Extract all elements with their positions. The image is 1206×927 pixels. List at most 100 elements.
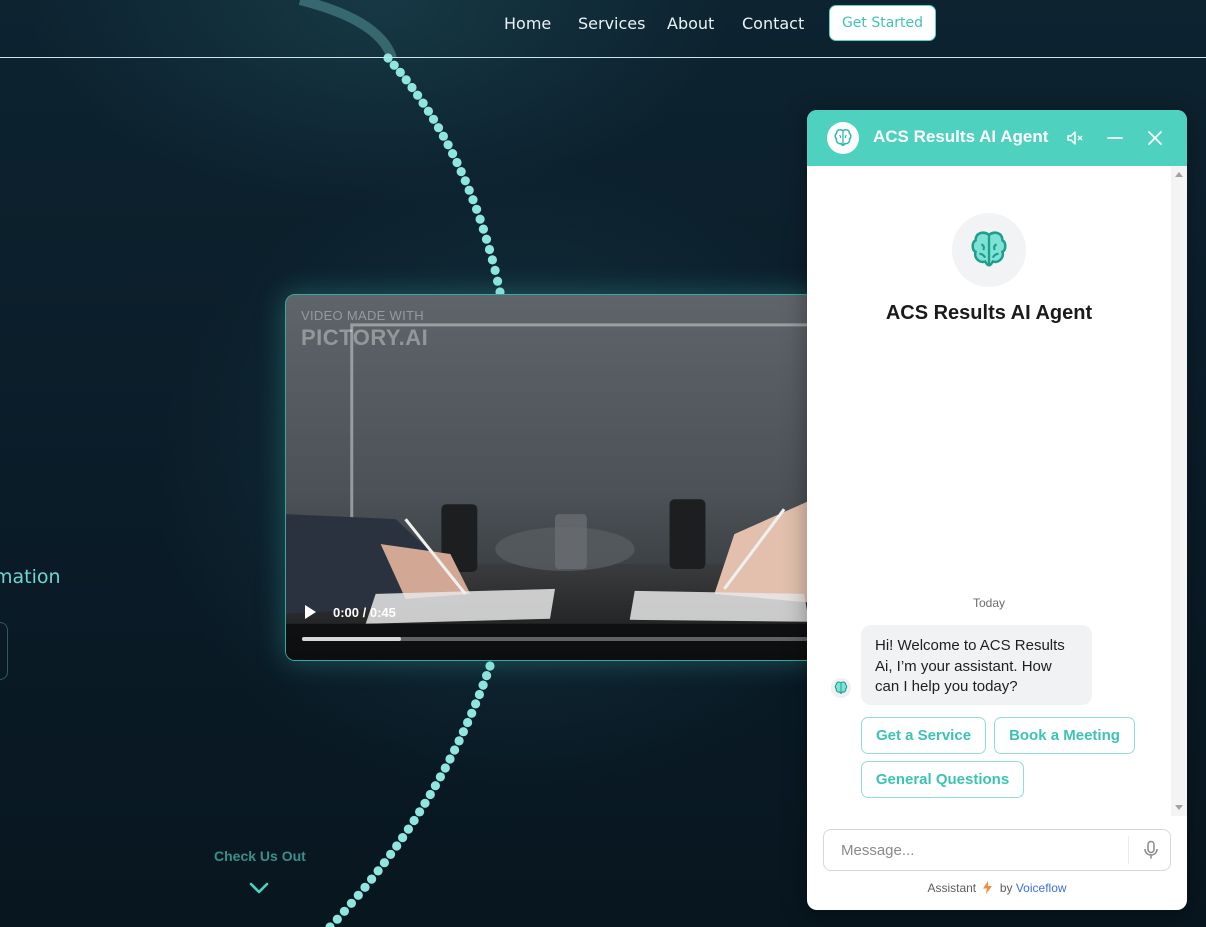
trail-dot — [418, 98, 428, 108]
trail-dot — [423, 106, 433, 116]
video-watermark-line2: PICTORY.AI — [301, 325, 429, 350]
nav-link-home[interactable]: Home — [504, 14, 551, 33]
trail-dot — [481, 234, 492, 244]
top-navbar: Home Services About Contact Get Started — [0, 0, 1206, 58]
powered-by-footer: Assistant by Voiceflow — [807, 881, 1187, 895]
quick-reply-get-a-service[interactable]: Get a Service — [861, 717, 986, 754]
trail-dot — [373, 866, 383, 876]
video-player[interactable]: VIDEO MADE WITH PICTORY.AI 0:00 / 0:45 — [285, 294, 825, 661]
nav-link-services[interactable]: Services — [578, 14, 645, 33]
trail-dot — [487, 255, 497, 265]
quick-reply-general-questions[interactable]: General Questions — [861, 761, 1024, 798]
chat-header-avatar — [827, 122, 859, 154]
trail-dot — [386, 849, 396, 860]
trail-dot — [463, 717, 473, 728]
trail-dot — [413, 90, 423, 100]
trail-dot — [467, 708, 477, 718]
trail-dot — [478, 680, 488, 690]
trail-dot — [415, 807, 425, 817]
trail-dot — [438, 131, 448, 141]
chat-header-title: ACS Results AI Agent — [873, 127, 1049, 146]
trail-dot — [464, 185, 474, 195]
trail-dot — [450, 745, 460, 755]
trail-dot — [332, 914, 342, 924]
quick-reply-book-a-meeting[interactable]: Book a Meeting — [994, 717, 1135, 754]
trail-dot — [458, 727, 468, 737]
get-started-button[interactable]: Get Started — [829, 5, 936, 41]
footer-prefix: Assistant — [927, 881, 977, 895]
chat-widget: ACS Results AI Agent ACS Results AI Agen… — [807, 110, 1187, 910]
trail-dot — [401, 75, 411, 85]
hero-button-edge[interactable] — [0, 622, 8, 680]
trail-dot — [420, 798, 430, 808]
date-separator: Today — [972, 596, 1006, 610]
trail-dot — [425, 789, 435, 800]
trail-dot — [452, 157, 462, 168]
check-us-out-label[interactable]: Check Us Out — [214, 848, 306, 864]
trail-dot — [443, 140, 453, 150]
trail-dot — [430, 781, 440, 791]
trail-dot — [482, 671, 492, 681]
brain-icon — [834, 129, 852, 147]
trail-dot — [392, 841, 402, 851]
trail-dot — [493, 276, 503, 286]
trail-dot — [395, 67, 405, 77]
message-composer — [823, 829, 1171, 871]
lightning-bolt-icon — [983, 881, 993, 894]
trail-dot — [460, 176, 470, 186]
chat-header: ACS Results AI Agent — [807, 110, 1187, 166]
video-time-display: 0:00 / 0:45 — [333, 605, 396, 620]
agent-avatar — [952, 213, 1026, 287]
trail-dot — [339, 906, 349, 916]
scroll-down-arrow[interactable] — [1175, 805, 1183, 810]
microphone-icon[interactable] — [1142, 840, 1160, 860]
trail-dot — [474, 689, 484, 700]
composer-divider — [1128, 836, 1129, 864]
trail-dot — [389, 60, 399, 70]
trail-dot — [398, 833, 408, 843]
trail-dot — [454, 736, 464, 746]
trail-dot — [353, 890, 363, 900]
brain-icon — [834, 681, 848, 694]
assistant-message-bubble: Hi! Welcome to ACS Results Ai, I’m your … — [861, 625, 1092, 705]
voiceflow-link[interactable]: Voiceflow — [1016, 881, 1067, 895]
message-avatar — [831, 678, 851, 698]
nav-link-contact[interactable]: Contact — [742, 14, 804, 33]
brain-icon — [971, 231, 1007, 267]
scroll-up-arrow[interactable] — [1175, 172, 1183, 177]
trail-dot — [360, 882, 370, 892]
video-progress-bar[interactable] — [302, 637, 822, 641]
trail-dot — [433, 123, 444, 133]
video-watermark-line1: VIDEO MADE WITH — [301, 308, 424, 323]
trail-dot — [379, 858, 389, 868]
trail-dot — [325, 922, 335, 927]
hero-tagline-fragment: mation — [0, 566, 61, 588]
trail-dot — [407, 82, 417, 93]
trail-dot — [435, 772, 445, 782]
trail-dot — [472, 204, 482, 214]
trail-dot — [367, 874, 377, 884]
play-icon[interactable] — [303, 604, 317, 620]
video-buffered-fill — [302, 637, 401, 641]
message-input[interactable] — [825, 831, 1125, 869]
trail-dot — [484, 244, 495, 255]
trail-dot — [490, 265, 500, 275]
close-icon[interactable] — [1145, 128, 1165, 148]
trail-dot — [456, 167, 466, 177]
trail-dot — [445, 754, 455, 764]
chat-scrollbar[interactable] — [1171, 166, 1187, 816]
trail-dot — [471, 699, 481, 709]
trail-dot — [409, 815, 419, 826]
minimize-icon[interactable] — [1105, 128, 1125, 148]
trail-dot — [485, 661, 495, 671]
mute-icon[interactable] — [1065, 128, 1085, 148]
chevron-down-icon[interactable] — [248, 880, 270, 896]
footer-by: by — [999, 881, 1013, 895]
trail-dot — [440, 763, 450, 773]
nav-link-about[interactable]: About — [667, 14, 714, 33]
trail-dot — [428, 114, 439, 124]
trail-dot — [403, 824, 413, 834]
agent-name: ACS Results AI Agent — [885, 302, 1093, 324]
trail-dot — [475, 214, 485, 224]
trail-dot — [478, 224, 488, 234]
